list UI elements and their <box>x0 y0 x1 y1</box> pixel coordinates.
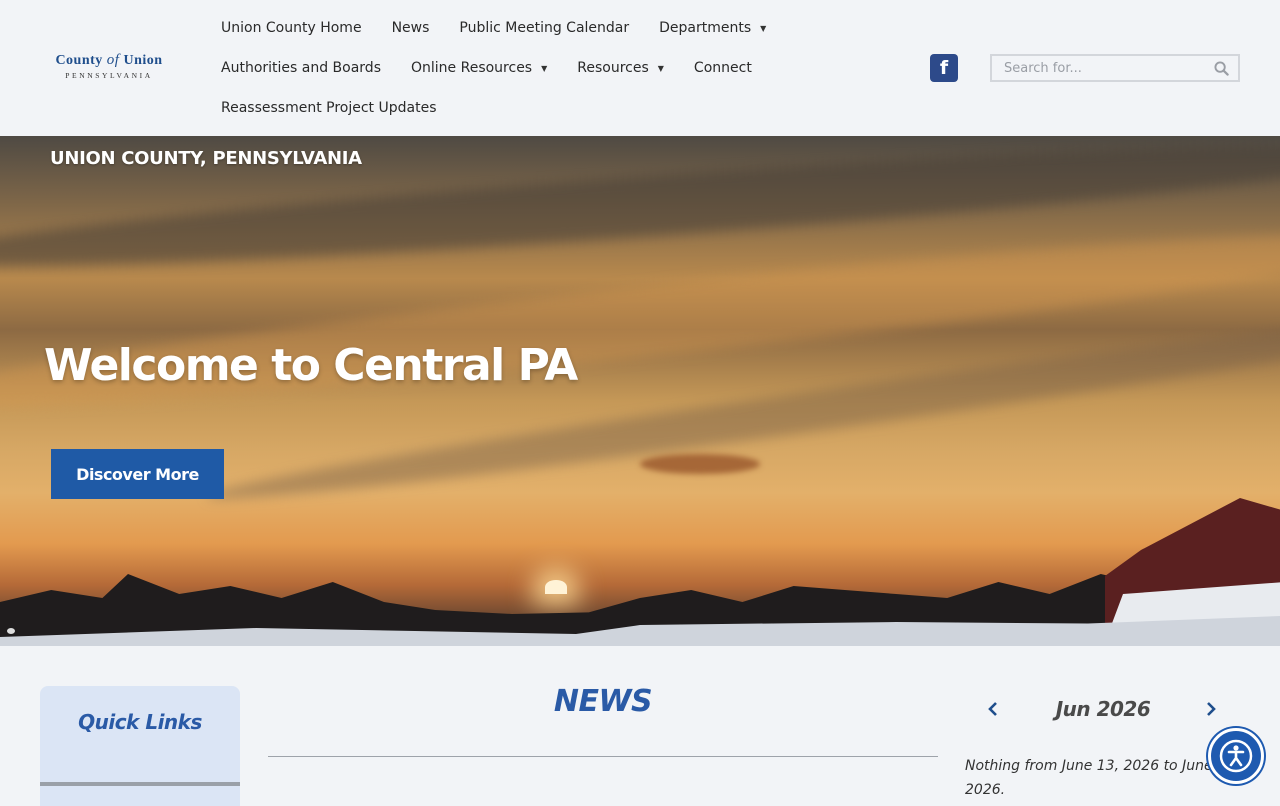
search-input[interactable] <box>992 56 1204 80</box>
caret-down-icon: ▼ <box>760 23 767 33</box>
main-nav: Union County Home News Public Meeting Ca… <box>206 8 806 128</box>
nav-item-public-meeting-calendar[interactable]: Public Meeting Calendar <box>444 20 644 36</box>
nav-item-authorities-and-boards[interactable]: Authorities and Boards <box>206 60 396 76</box>
caret-down-icon: ▼ <box>541 63 548 73</box>
logo-wordmark: County of Union <box>55 52 163 68</box>
caret-down-icon: ▼ <box>657 63 664 73</box>
logo-subtitle: PENNSYLVANIA <box>65 71 153 80</box>
accessibility-icon[interactable] <box>1208 728 1264 784</box>
search-icon[interactable] <box>1204 56 1238 80</box>
news-divider <box>268 756 938 757</box>
calendar-empty-message: Nothing from June 13, 2026 to June 2026. <box>965 758 1213 798</box>
calendar-month: Jun 2026 <box>1055 697 1151 721</box>
nav-row-3: Reassessment Project Updates <box>206 88 806 128</box>
site-header: County of Union PENNSYLVANIA Union Count… <box>0 0 1280 136</box>
county-logo[interactable]: County of Union PENNSYLVANIA <box>38 52 180 84</box>
nav-item-resources[interactable]: Resources ▼ <box>562 60 679 76</box>
hero-title: Welcome to Central PA <box>44 340 578 391</box>
nav-item-union-county-home[interactable]: Union County Home <box>206 20 377 36</box>
quick-links-divider <box>40 782 240 786</box>
hero-cloud <box>640 454 760 474</box>
nav-row-2: Authorities and Boards Online Resources ▼… <box>206 48 806 88</box>
nav-item-news[interactable]: News <box>377 20 445 36</box>
facebook-icon[interactable]: f <box>930 54 958 82</box>
quick-links-title: Quick Links <box>78 710 202 734</box>
calendar-prev-icon[interactable] <box>982 697 1004 721</box>
quick-links-panel: Quick Links <box>40 686 240 806</box>
hero-subtitle: UNION COUNTY, PENNSYLVANIA <box>50 148 362 169</box>
nav-item-online-resources[interactable]: Online Resources ▼ <box>396 60 562 76</box>
hero-banner: UNION COUNTY, PENNSYLVANIA Welcome to Ce… <box>0 136 1280 646</box>
nav-item-connect[interactable]: Connect <box>679 60 767 76</box>
search-box <box>990 54 1240 82</box>
nav-item-departments[interactable]: Departments ▼ <box>644 20 781 36</box>
news-heading: NEWS <box>553 684 653 719</box>
nav-item-reassessment-project-updates[interactable]: Reassessment Project Updates <box>206 100 452 116</box>
discover-more-button[interactable]: Discover More <box>51 449 224 499</box>
calendar-next-icon[interactable] <box>1200 697 1222 721</box>
slider-dot[interactable] <box>7 628 15 634</box>
nav-row-1: Union County Home News Public Meeting Ca… <box>206 8 806 48</box>
hero-sun <box>545 580 567 594</box>
